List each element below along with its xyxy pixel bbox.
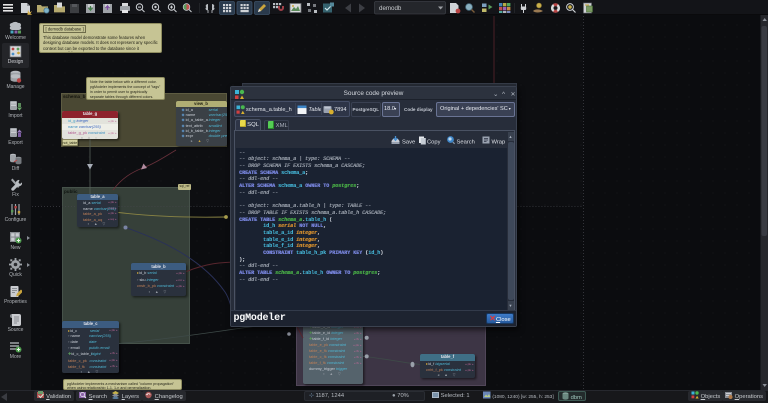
svg-text:Search: Search — [457, 139, 475, 145]
svg-text:demodb: demodb — [379, 5, 402, 12]
svg-text:Copy: Copy — [427, 139, 441, 145]
svg-text:Save: Save — [402, 139, 415, 145]
svg-text:Wrap: Wrap — [492, 139, 506, 145]
